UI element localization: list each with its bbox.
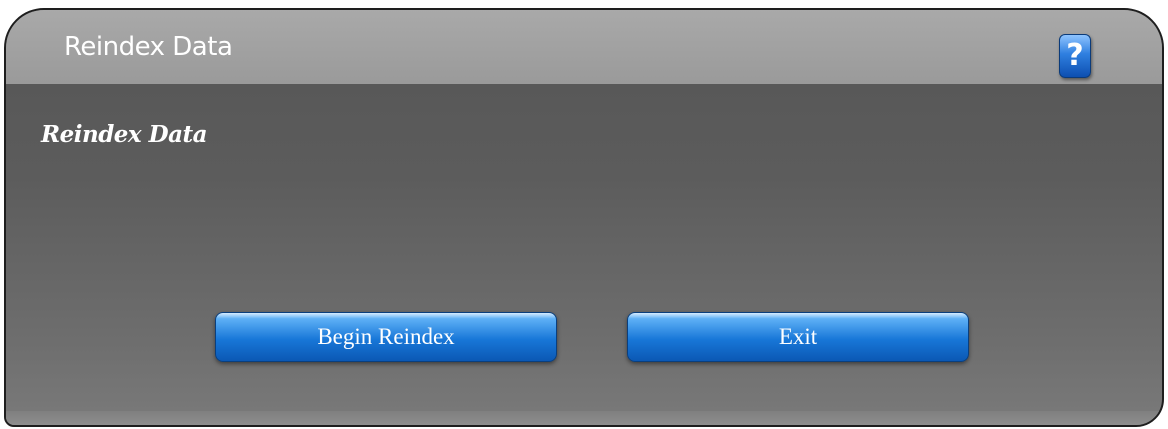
page-heading: Reindex Data bbox=[41, 121, 208, 148]
begin-reindex-button[interactable]: Begin Reindex bbox=[215, 312, 557, 362]
exit-button[interactable]: Exit bbox=[627, 312, 969, 362]
window-title: Reindex Data bbox=[64, 32, 233, 62]
bottom-border bbox=[6, 411, 1162, 425]
title-bar: Reindex Data ? bbox=[6, 10, 1162, 84]
help-icon[interactable]: ? bbox=[1059, 34, 1091, 78]
reindex-dialog: Reindex Data ? Reindex Data Begin Reinde… bbox=[4, 8, 1164, 427]
